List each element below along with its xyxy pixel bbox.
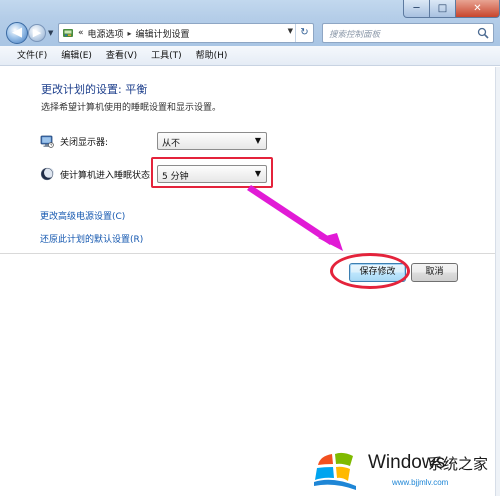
breadcrumb-power-options[interactable]: 电源选项 (88, 27, 124, 40)
menu-help[interactable]: 帮助(H) (189, 46, 235, 66)
forward-button[interactable]: ▶ (28, 24, 46, 42)
watermark: Windows 系统之家 www.bjjmlv.com (306, 440, 500, 496)
recent-pages-dropdown[interactable]: ▼ (48, 29, 53, 37)
watermark-url: www.bjjmlv.com (392, 478, 449, 487)
back-button[interactable]: ◀ (6, 22, 28, 44)
content-pane: 更改计划的设置: 平衡 选择希望计算机使用的睡眠设置和显示设置。 关闭显示器: … (0, 67, 500, 496)
divider (0, 253, 495, 254)
save-button-highlight (330, 253, 410, 289)
minimize-icon: ─ (413, 3, 420, 14)
back-arrow-icon: ◀ (12, 25, 22, 40)
close-icon: ✕ (473, 3, 482, 14)
window-controls: ─ □ ✕ (403, 0, 500, 18)
moon-icon (40, 167, 54, 181)
menu-bar: 文件(F) 编辑(E) 查看(V) 工具(T) 帮助(H) (0, 46, 500, 66)
maximize-icon: □ (437, 3, 448, 14)
sleep-setting-label: 使计算机进入睡眠状态: (60, 170, 154, 181)
search-placeholder: 搜索控制面板 (329, 30, 381, 40)
search-input[interactable]: 搜索控制面板 (322, 23, 494, 43)
restore-defaults-link[interactable]: 还原此计划的默认设置(R) (40, 232, 143, 245)
address-bar[interactable]: « 电源选项 ▸ 编辑计划设置 ▼ ↻ (58, 23, 314, 43)
window-titlebar: ─ □ ✕ ◀ ▶ ▼ « 电源选项 ▸ 编辑计划设置 ▼ ↻ 搜索控制面板 (0, 0, 500, 46)
chevron-down-icon: ▼ (254, 136, 261, 145)
monitor-icon (40, 135, 54, 148)
display-timeout-value: 从不 (162, 139, 181, 149)
menu-tools[interactable]: 工具(T) (144, 46, 189, 66)
sleep-setting-row: 使计算机进入睡眠状态: (40, 165, 153, 183)
navigation-bar: ◀ ▶ ▼ « 电源选项 ▸ 编辑计划设置 ▼ ↻ 搜索控制面板 (4, 22, 496, 44)
menu-edit[interactable]: 编辑(E) (54, 46, 99, 66)
maximize-button[interactable]: □ (430, 0, 456, 18)
page-title: 更改计划的设置: 平衡 (41, 83, 148, 96)
search-icon[interactable] (477, 27, 489, 39)
forward-arrow-icon: ▶ (32, 26, 42, 39)
sleep-select-highlight (151, 157, 273, 188)
watermark-subtitle: 系统之家 (428, 455, 489, 473)
display-setting-label: 关闭显示器: (60, 137, 109, 148)
address-overflow[interactable]: « (78, 28, 84, 38)
menu-file[interactable]: 文件(F) (10, 46, 54, 66)
breadcrumb-separator-icon[interactable]: ▸ (128, 29, 132, 38)
page-description: 选择希望计算机使用的睡眠设置和显示设置。 (41, 103, 222, 113)
display-timeout-select[interactable]: 从不 ▼ (157, 132, 267, 150)
windows-logo-icon (314, 452, 356, 490)
display-setting-row: 关闭显示器: (40, 132, 108, 150)
cancel-button[interactable]: 取消 (411, 263, 458, 282)
close-button[interactable]: ✕ (456, 0, 500, 18)
menu-view[interactable]: 查看(V) (99, 46, 144, 66)
control-panel-icon (63, 29, 73, 37)
breadcrumb-edit-plan[interactable]: 编辑计划设置 (136, 27, 190, 40)
advanced-power-settings-link[interactable]: 更改高级电源设置(C) (40, 209, 125, 222)
address-dropdown[interactable]: ▼ (288, 27, 293, 35)
refresh-button[interactable]: ↻ (295, 24, 313, 42)
content-edge (495, 67, 500, 496)
minimize-button[interactable]: ─ (403, 0, 430, 18)
